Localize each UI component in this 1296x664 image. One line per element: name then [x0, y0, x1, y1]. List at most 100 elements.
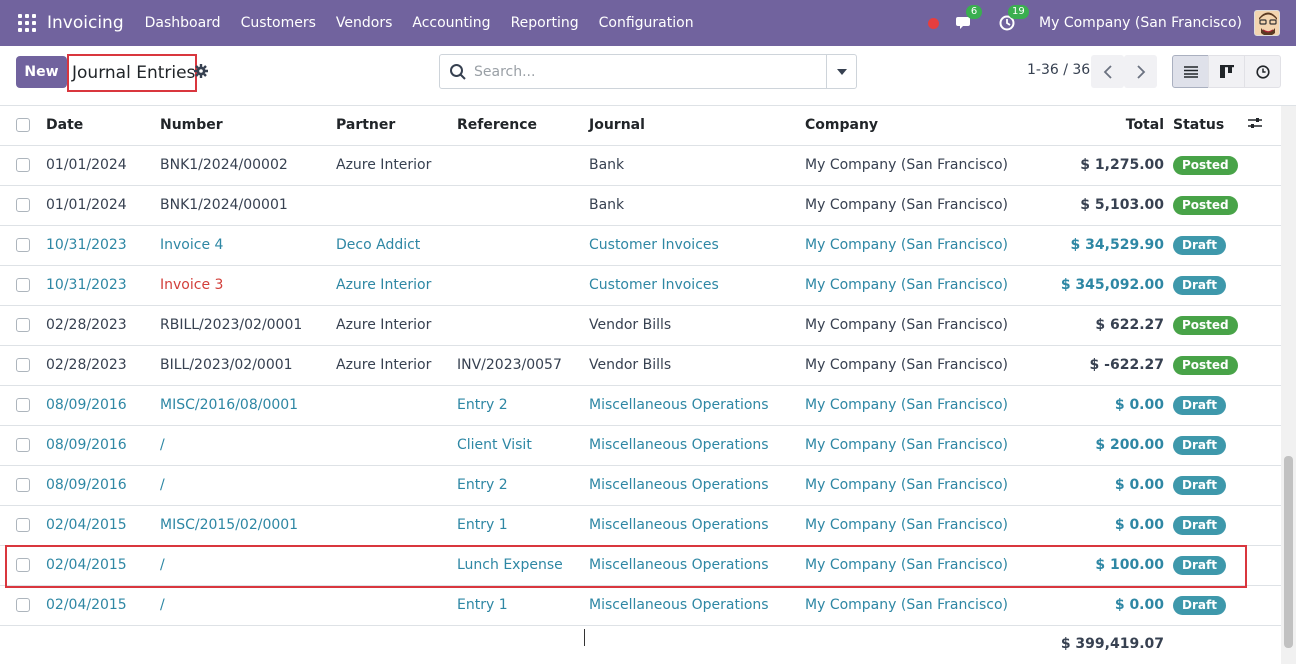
- status-badge: Posted: [1173, 195, 1238, 215]
- menu-reporting[interactable]: Reporting: [501, 15, 589, 31]
- cell-total: $ 0.00: [1026, 385, 1173, 426]
- pager-next-button[interactable]: [1124, 55, 1157, 88]
- row-checkbox[interactable]: [16, 318, 30, 332]
- vertical-scrollbar[interactable]: [1281, 106, 1296, 664]
- table-row[interactable]: 02/04/2015/ Lunch Expense Miscellaneous Op…: [0, 545, 1281, 586]
- new-button[interactable]: New: [16, 56, 67, 88]
- cell-journal: Miscellaneous Operations: [589, 585, 805, 626]
- cell-status: Posted: [1173, 305, 1248, 346]
- status-dot-icon[interactable]: [928, 17, 940, 29]
- status-badge: Posted: [1173, 315, 1238, 335]
- messages-icon[interactable]: 6: [955, 5, 983, 33]
- apps-menu-icon[interactable]: [18, 14, 36, 32]
- select-all-checkbox[interactable]: [16, 118, 30, 133]
- table-row[interactable]: 10/31/2023 Invoice 4 Deco Addict Customer I…: [0, 225, 1281, 266]
- table-row[interactable]: 08/09/2016 MISC/2016/08/0001 Entry 2 Miscel…: [0, 385, 1281, 426]
- cell-number: Invoice 4: [160, 225, 336, 266]
- cell-spacer: [1248, 465, 1281, 506]
- table-row[interactable]: 10/31/2023 Invoice 3 Azure Interior Custome…: [0, 265, 1281, 306]
- row-checkbox[interactable]: [16, 278, 30, 292]
- cell-company: My Company (San Francisco): [805, 545, 1026, 586]
- messages-badge: 6: [966, 5, 983, 19]
- cell-reference: [457, 225, 589, 266]
- cell-partner: Azure Interior: [336, 305, 457, 346]
- column-header-partner[interactable]: Partner: [336, 106, 457, 146]
- gear-icon[interactable]: [194, 64, 208, 78]
- pager-value[interactable]: 1-36 / 36: [1027, 62, 1090, 78]
- row-checkbox[interactable]: [16, 438, 30, 452]
- cell-status: Draft: [1173, 585, 1248, 626]
- cell-partner: Azure Interior: [336, 145, 457, 186]
- column-header-status[interactable]: Status: [1173, 106, 1248, 146]
- search-input[interactable]: [474, 56, 824, 87]
- table-row[interactable]: 08/09/2016/ Entry 2 Miscellaneous Operatio…: [0, 465, 1281, 506]
- status-badge: Posted: [1173, 155, 1238, 175]
- row-checkbox[interactable]: [16, 398, 30, 412]
- activities-clock-icon[interactable]: 19: [997, 5, 1029, 33]
- list-view-button[interactable]: [1172, 55, 1209, 88]
- row-checkbox[interactable]: [16, 478, 30, 492]
- cell-company: My Company (San Francisco): [805, 385, 1026, 426]
- activity-view-button[interactable]: [1244, 55, 1281, 88]
- cell-total: $ 200.00: [1026, 425, 1173, 466]
- cell-date: 10/31/2023: [46, 265, 160, 306]
- column-header-number[interactable]: Number: [160, 106, 336, 146]
- menu-dashboard[interactable]: Dashboard: [135, 15, 231, 31]
- column-header-company[interactable]: Company: [805, 106, 1026, 146]
- status-badge: Draft: [1173, 595, 1226, 615]
- cell-status: Posted: [1173, 345, 1248, 386]
- cell-journal: Customer Invoices: [589, 225, 805, 266]
- row-checkbox[interactable]: [16, 358, 30, 372]
- menu-configuration[interactable]: Configuration: [589, 15, 704, 31]
- pager-previous-button[interactable]: [1091, 55, 1124, 88]
- kanban-view-button[interactable]: [1208, 55, 1245, 88]
- menu-accounting[interactable]: Accounting: [402, 15, 500, 31]
- table-header-row: Date Number Partner Reference Journal Co…: [0, 106, 1281, 146]
- cell-total: $ 0.00: [1026, 465, 1173, 506]
- table-row[interactable]: 01/01/2024 BNK1/2024/00002 Azure Interior B…: [0, 145, 1281, 186]
- cell-journal: Miscellaneous Operations: [589, 505, 805, 546]
- status-badge: Draft: [1173, 275, 1226, 295]
- menu-vendors[interactable]: Vendors: [326, 15, 402, 31]
- cell-partner: Azure Interior: [336, 345, 457, 386]
- column-header-date[interactable]: Date: [46, 106, 160, 146]
- table-row[interactable]: 02/28/2023 BILL/2023/02/0001 Azure Interio…: [0, 345, 1281, 386]
- company-switcher[interactable]: My Company (San Francisco): [1039, 15, 1242, 31]
- cell-partner: [336, 425, 457, 466]
- optional-columns-toggle[interactable]: [1248, 106, 1281, 146]
- table-row[interactable]: 01/01/2024 BNK1/2024/00001 Bank My Company …: [0, 185, 1281, 226]
- menu-customers[interactable]: Customers: [231, 15, 326, 31]
- cell-status: Draft: [1173, 505, 1248, 546]
- top-navbar: Invoicing Dashboard Customers Vendors Ac…: [0, 0, 1296, 46]
- row-checkbox[interactable]: [16, 598, 30, 612]
- row-checkbox[interactable]: [16, 518, 30, 532]
- cell-date: 02/04/2015: [46, 545, 160, 586]
- column-header-journal[interactable]: Journal: [589, 106, 805, 146]
- table-row[interactable]: 08/09/2016/ Client Visit Miscellaneous Ope…: [0, 425, 1281, 466]
- row-select-cell: [0, 505, 46, 546]
- app-name[interactable]: Invoicing: [47, 13, 124, 33]
- table-row[interactable]: 02/04/2015/ Entry 1 Miscellaneous Operatio…: [0, 585, 1281, 626]
- cell-reference: Lunch Expense: [457, 545, 589, 586]
- scrollbar-thumb[interactable]: [1284, 456, 1293, 648]
- user-avatar[interactable]: [1254, 10, 1280, 36]
- table-row[interactable]: 02/04/2015 MISC/2015/02/0001 Entry 1 Miscel…: [0, 505, 1281, 546]
- row-select-cell: [0, 465, 46, 506]
- status-badge: Posted: [1173, 355, 1238, 375]
- cell-journal: Vendor Bills: [589, 305, 805, 346]
- table-row[interactable]: 02/28/2023 RBILL/2023/02/0001 Azure Interi…: [0, 305, 1281, 346]
- row-checkbox[interactable]: [16, 158, 30, 172]
- row-checkbox[interactable]: [16, 558, 30, 572]
- row-select-cell: [0, 225, 46, 266]
- grand-total-row: $ 399,419.07: [0, 625, 1281, 663]
- cell-spacer: [1248, 145, 1281, 186]
- column-header-total[interactable]: Total: [1026, 106, 1173, 146]
- cell-total: $ 34,529.90: [1026, 225, 1173, 266]
- row-checkbox[interactable]: [16, 198, 30, 212]
- search-options-toggle[interactable]: [826, 55, 856, 88]
- row-checkbox[interactable]: [16, 238, 30, 252]
- cell-total: $ 1,275.00: [1026, 145, 1173, 186]
- row-select-cell: [0, 425, 46, 466]
- cell-number: /: [160, 585, 336, 626]
- column-header-reference[interactable]: Reference: [457, 106, 589, 146]
